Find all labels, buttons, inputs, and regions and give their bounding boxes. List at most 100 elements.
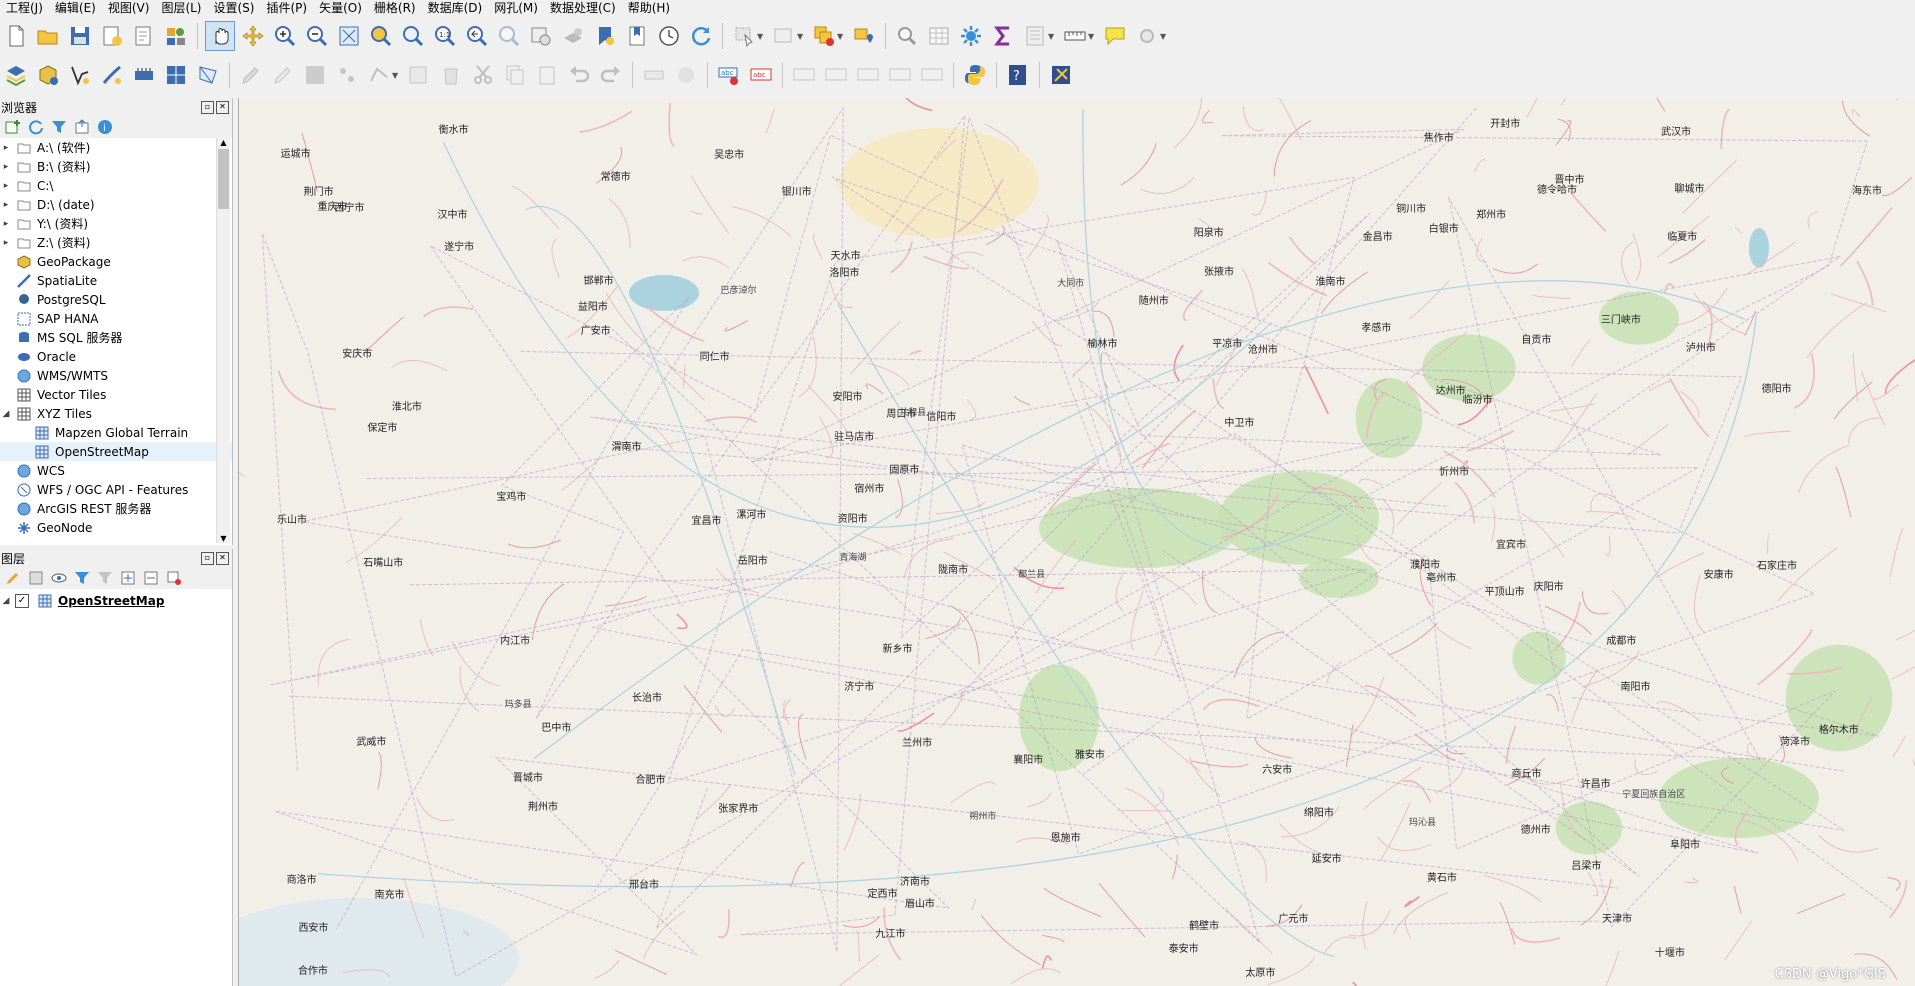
- browser-item[interactable]: ▸ Y:\ (资料): [0, 214, 232, 233]
- open-attribute-table-icon[interactable]: [925, 22, 953, 50]
- new-spatialite-layer-icon[interactable]: [98, 61, 126, 89]
- label-rotate-icon[interactable]: [886, 61, 914, 89]
- label-preview-icon[interactable]: [822, 61, 850, 89]
- browser-item[interactable]: SAP HANA: [0, 309, 232, 328]
- browser-item[interactable]: WFS / OGC API - Features: [0, 480, 232, 499]
- field-calculator-icon[interactable]: [1021, 22, 1049, 50]
- add-point-feature-icon[interactable]: [333, 61, 361, 89]
- browser-item[interactable]: ▸ Z:\ (资料): [0, 233, 232, 252]
- new-temporary-layer-icon[interactable]: [162, 61, 190, 89]
- browser-item[interactable]: ArcGIS REST 服务器: [0, 499, 232, 518]
- select-location-icon[interactable]: [850, 22, 878, 50]
- zoom-next-icon[interactable]: [495, 22, 523, 50]
- chevron-down-icon[interactable]: ◢: [0, 596, 12, 606]
- menu-item[interactable]: 插件(P): [260, 0, 313, 17]
- new-print-layout-icon[interactable]: [98, 22, 126, 50]
- identify-features-icon[interactable]: [893, 22, 921, 50]
- toggle-editing-icon[interactable]: [269, 61, 297, 89]
- chevron-down-icon[interactable]: ▼: [837, 32, 845, 41]
- refresh-icon[interactable]: [687, 22, 715, 50]
- chevron-down-icon[interactable]: ▼: [1160, 32, 1168, 41]
- text-annotation-icon[interactable]: [1133, 22, 1161, 50]
- new-geopackage-layer-icon[interactable]: [34, 61, 62, 89]
- style-layer-icon[interactable]: [4, 569, 22, 587]
- new-spatial-bookmark-icon[interactable]: [591, 22, 619, 50]
- zoom-native-icon[interactable]: 1:1: [431, 22, 459, 50]
- save-edits-icon[interactable]: [301, 61, 329, 89]
- zoom-in-icon[interactable]: [271, 22, 299, 50]
- zoom-to-layer-icon[interactable]: [399, 22, 427, 50]
- browser-item[interactable]: ▸ A:\ (软件): [0, 138, 232, 157]
- new-3d-map-view-icon[interactable]: [559, 22, 587, 50]
- browser-item[interactable]: ▸ C:\: [0, 176, 232, 195]
- float-panel-icon[interactable]: ▫: [201, 100, 214, 114]
- python-console-icon[interactable]: [961, 61, 989, 89]
- layer-diagram-icon[interactable]: [672, 61, 700, 89]
- label-highlight-icon[interactable]: abc: [747, 61, 775, 89]
- float-panel-icon[interactable]: ▫: [201, 551, 214, 565]
- browser-item[interactable]: Vector Tiles: [0, 385, 232, 404]
- browser-item[interactable]: Mapzen Global Terrain: [0, 423, 232, 442]
- menu-item[interactable]: 数据处理(C): [544, 0, 622, 17]
- browser-item[interactable]: ▸ D:\ (date): [0, 195, 232, 214]
- vertex-tool-icon[interactable]: [365, 61, 393, 89]
- redo-icon[interactable]: [597, 61, 625, 89]
- zoom-to-selection-icon[interactable]: [367, 22, 395, 50]
- layer-item[interactable]: ◢ ✓ OpenStreetMap: [0, 591, 232, 610]
- browser-item[interactable]: ▸ B:\ (资料): [0, 157, 232, 176]
- map-canvas[interactable]: 张掖市 金昌市 武威市 西宁市 兰州市 白银市 中卫市 银川市 固原市 平凉市 庆阳市 定西市 天水市宝…: [238, 98, 1915, 986]
- delete-selected-icon[interactable]: [437, 61, 465, 89]
- browser-item[interactable]: WMS/WMTS: [0, 366, 232, 385]
- layer-labeling-icon[interactable]: [640, 61, 668, 89]
- deselect-features-icon[interactable]: [810, 22, 838, 50]
- label-move-icon[interactable]: [854, 61, 882, 89]
- remove-layer-icon[interactable]: [165, 569, 183, 587]
- filter-browser-icon[interactable]: [50, 118, 68, 136]
- new-shapefile-layer-icon[interactable]: [66, 61, 94, 89]
- layout-manager-icon[interactable]: [130, 22, 158, 50]
- scroll-thumb[interactable]: [218, 149, 229, 209]
- menu-item[interactable]: 数据库(D): [422, 0, 489, 17]
- measure-line-icon[interactable]: [1061, 22, 1089, 50]
- copy-features-icon[interactable]: [501, 61, 529, 89]
- label-change-icon[interactable]: [918, 61, 946, 89]
- plugin-tool-icon[interactable]: [1047, 61, 1075, 89]
- filter-expression-icon[interactable]: [96, 569, 114, 587]
- pan-to-selection-icon[interactable]: [239, 22, 267, 50]
- processing-toolbox-icon[interactable]: [957, 22, 985, 50]
- menu-item[interactable]: 矢量(O): [313, 0, 368, 17]
- zoom-full-icon[interactable]: [335, 22, 363, 50]
- filter-legend-icon[interactable]: [73, 569, 91, 587]
- browser-item[interactable]: SpatiaLite: [0, 271, 232, 290]
- chevron-down-icon[interactable]: ▼: [392, 71, 400, 80]
- statistical-summary-icon[interactable]: [989, 22, 1017, 50]
- browser-item[interactable]: WCS: [0, 461, 232, 480]
- show-bookmarks-icon[interactable]: [623, 22, 651, 50]
- browser-scrollbar[interactable]: ▲ ▼: [216, 138, 230, 543]
- chevron-down-icon[interactable]: ▼: [757, 32, 765, 41]
- add-selected-layers-icon[interactable]: [4, 118, 22, 136]
- menu-item[interactable]: 网孔(M): [488, 0, 544, 17]
- chevron-right-icon[interactable]: ▸: [0, 200, 12, 210]
- open-project-icon[interactable]: [34, 22, 62, 50]
- menu-item[interactable]: 图层(L): [155, 0, 207, 17]
- digitize-edits-icon[interactable]: [237, 61, 265, 89]
- scroll-down-icon[interactable]: ▼: [217, 534, 230, 543]
- paste-features-icon[interactable]: [533, 61, 561, 89]
- properties-icon[interactable]: i: [96, 118, 114, 136]
- new-mesh-layer-icon[interactable]: [194, 61, 222, 89]
- expand-all-icon[interactable]: [119, 569, 137, 587]
- undo-icon[interactable]: [565, 61, 593, 89]
- collapse-all-layers-icon[interactable]: [142, 569, 160, 587]
- menu-item[interactable]: 工程(J): [0, 0, 49, 17]
- chevron-right-icon[interactable]: ▸: [0, 238, 12, 248]
- chevron-right-icon[interactable]: ▸: [0, 162, 12, 172]
- browser-item[interactable]: MS SQL 服务器: [0, 328, 232, 347]
- add-group-icon[interactable]: [27, 569, 45, 587]
- close-panel-icon[interactable]: ✕: [216, 551, 229, 565]
- chevron-down-icon[interactable]: ◢: [0, 409, 12, 419]
- refresh-browser-icon[interactable]: [27, 118, 45, 136]
- close-panel-icon[interactable]: ✕: [216, 100, 229, 114]
- save-project-icon[interactable]: [66, 22, 94, 50]
- manage-visibility-icon[interactable]: [50, 569, 68, 587]
